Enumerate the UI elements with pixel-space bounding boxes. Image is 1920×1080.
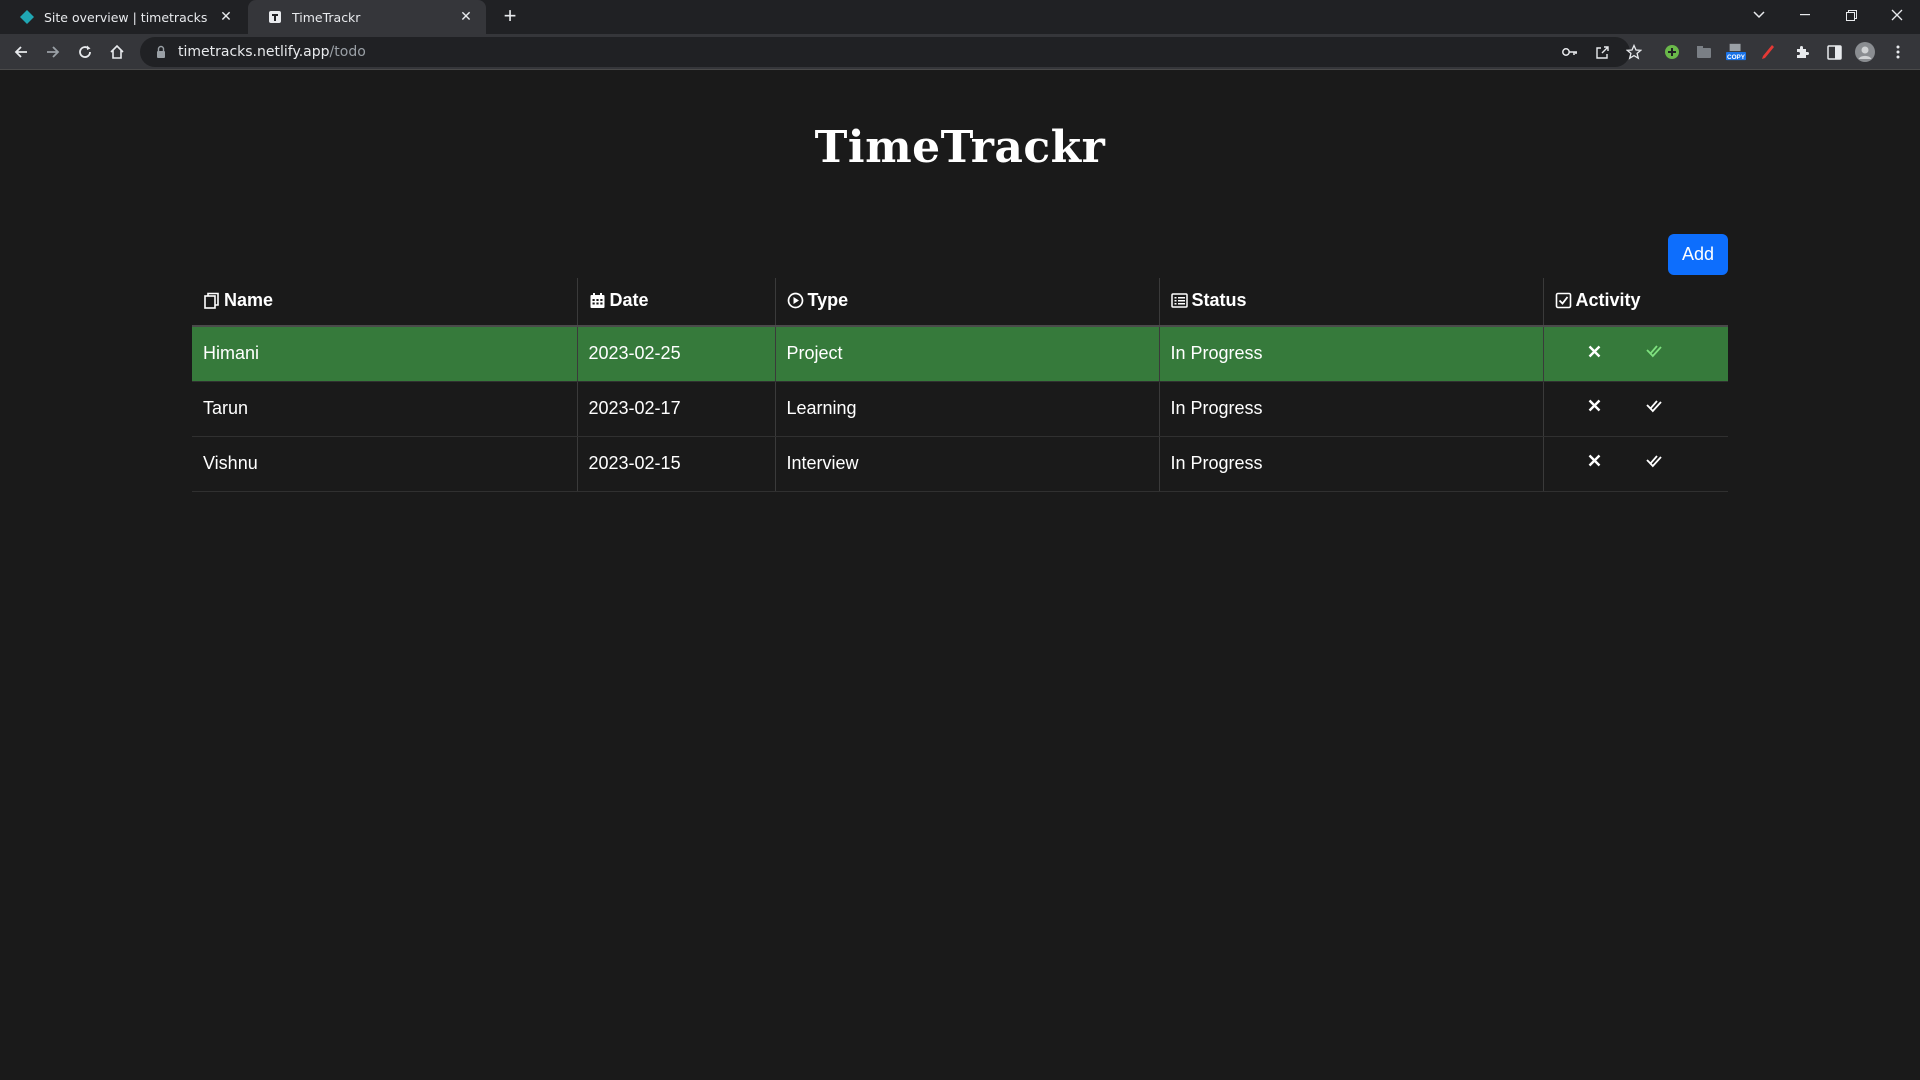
complete-check-icon[interactable] [1643,450,1665,472]
tab-title: TimeTrackr [292,9,361,25]
copy-extension-icon[interactable]: COPY [1726,42,1746,62]
url-path: /todo [329,44,366,60]
browser-toolbar: timetracks.netlify.app/todo COPY [0,34,1920,70]
cell-status: In Progress [1158,381,1543,437]
header-name: Name [192,278,577,327]
cell-date: 2023-02-15 [576,436,775,492]
side-panel-icon[interactable] [1824,42,1844,62]
tab-title: Site overview | timetracks [44,9,208,25]
page-icon [269,11,281,23]
delete-icon[interactable] [1584,395,1606,417]
restore-icon[interactable] [1828,0,1874,30]
complete-check-icon[interactable] [1643,395,1665,417]
cell-type: Interview [774,436,1159,492]
netlify-icon [20,10,34,24]
address-bar[interactable]: timetracks.netlify.app/todo [140,37,1630,67]
calendar-icon [590,292,604,308]
tab-strip: Site overview | timetracks ✕ TimeTrackr … [0,0,1920,34]
cell-name: Vishnu [192,436,577,492]
header-status: Status [1158,278,1543,327]
cell-name: Tarun [192,381,577,437]
forward-icon[interactable] [41,40,65,64]
reload-icon[interactable] [73,40,97,64]
clipboard-icon [204,292,219,309]
puzzle-icon[interactable] [1792,42,1812,62]
folder-extension-icon[interactable] [1694,42,1714,62]
avatar[interactable] [1855,42,1875,62]
cell-date: 2023-02-25 [576,326,775,382]
new-tab-button[interactable]: + [498,5,522,29]
cell-activity [1542,381,1728,437]
key-icon[interactable] [1560,42,1580,62]
check-square-icon [1555,292,1571,308]
complete-check-icon[interactable] [1643,340,1665,362]
window-close-icon[interactable] [1874,0,1920,30]
cell-activity [1542,436,1728,492]
table-row[interactable]: Tarun 2023-02-17 Learning In Progress [192,381,1728,437]
header-type: Type [774,278,1159,327]
play-circle-icon [787,292,803,308]
lock-icon [157,45,165,58]
tab-timetrackr[interactable]: TimeTrackr ✕ [248,0,486,34]
url-host: timetracks.netlify.app [178,44,330,60]
menu-icon[interactable] [1888,42,1908,62]
cell-name: Himani [192,326,577,382]
cell-status: In Progress [1158,436,1543,492]
delete-icon[interactable] [1584,340,1606,362]
page-title: TimeTrackr [814,122,1106,173]
svg-text:COPY: COPY [1727,54,1746,61]
close-icon[interactable]: ✕ [458,9,474,25]
delete-icon[interactable] [1584,450,1606,472]
cell-date: 2023-02-17 [576,381,775,437]
cell-type: Project [774,326,1159,382]
minimize-icon[interactable] [1782,0,1828,30]
share-icon[interactable] [1592,42,1612,62]
home-icon[interactable] [105,40,129,64]
star-icon[interactable] [1624,42,1644,62]
header-activity: Activity [1542,278,1728,327]
list-icon [1170,292,1188,308]
cell-status: In Progress [1158,326,1543,382]
table-row[interactable]: Vishnu 2023-02-15 Interview In Progress [192,436,1728,492]
cell-activity [1542,326,1728,382]
back-icon[interactable] [9,40,33,64]
green-extension-icon[interactable] [1662,42,1682,62]
red-pen-extension-icon[interactable] [1758,42,1778,62]
tab-site-overview[interactable]: Site overview | timetracks ✕ [0,0,246,34]
table-header-row: Name Date Type Status Activity [192,278,1728,327]
tab-search-icon[interactable] [1736,0,1782,30]
close-icon[interactable]: ✕ [218,9,234,25]
todo-table: Name Date Type Status Activity Himani 20… [192,278,1728,492]
cell-type: Learning [774,381,1159,437]
table-row[interactable]: Himani 2023-02-25 Project In Progress [192,326,1728,382]
add-button[interactable]: Add [1668,234,1728,275]
header-date: Date [576,278,775,327]
